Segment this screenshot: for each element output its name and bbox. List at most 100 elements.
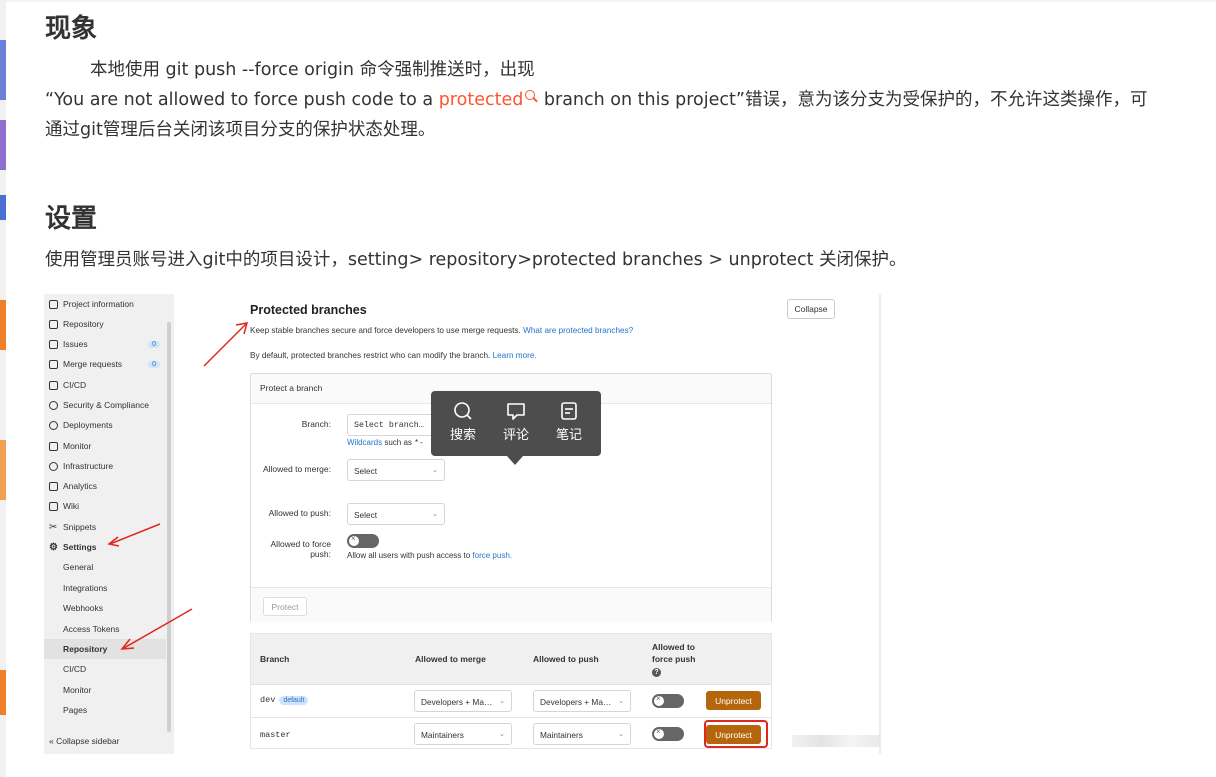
chevron-down-icon: ⌄ <box>499 698 505 705</box>
force-push-link[interactable]: force push. <box>472 551 512 560</box>
popup-note-button[interactable]: 笔记 <box>549 401 589 447</box>
sidebar-item-infrastructure[interactable]: Infrastructure <box>44 456 166 476</box>
sidebar-sub-monitor[interactable]: Monitor <box>44 680 166 700</box>
selection-popup: 搜索 评论 笔记 <box>431 391 601 465</box>
sidebar-item-project-information[interactable]: Project information <box>44 294 166 314</box>
popup-search-label: 搜索 <box>449 428 476 443</box>
annotation-arrow-title <box>203 322 249 367</box>
push-select[interactable]: Select ⌄ <box>347 503 445 525</box>
allowed-to-push-label: Allowed to push: <box>268 508 331 518</box>
column-header-branch: Branch <box>260 654 290 664</box>
sidebar-item-security[interactable]: Security & Compliance <box>44 395 166 415</box>
protect-button[interactable]: Protect <box>263 597 307 616</box>
section-title-phenomenon: 现象 <box>45 14 98 44</box>
form-footer: Protect <box>251 587 771 622</box>
paragraph-2-before: “You are not allowed to force push code … <box>45 90 439 110</box>
top-border <box>0 0 1216 2</box>
default-badge: default <box>279 696 309 705</box>
toggle-knob <box>654 727 664 739</box>
chevron-down-icon: ⌄ <box>618 731 624 738</box>
collapse-button[interactable]: Collapse <box>787 299 835 319</box>
merge-access-select[interactable]: Maintainers ⌄ <box>414 723 512 745</box>
sidebar-item-cicd[interactable]: CI/CD <box>44 375 166 395</box>
force-push-hint-text: Allow all users with push access to <box>347 551 471 560</box>
wildcards-link[interactable]: Wildcards <box>347 438 382 447</box>
search-icon[interactable] <box>525 90 538 103</box>
allowed-to-merge-label: Allowed to merge: <box>262 464 331 474</box>
push-access-select[interactable]: Developers + Ma… ⌄ <box>533 690 631 712</box>
book-icon <box>49 319 58 329</box>
branch-name: dev <box>260 695 276 705</box>
sidebar-item-repository[interactable]: Repository <box>44 314 166 334</box>
table-row: dev default Developers + Ma… ⌄ Developers … <box>251 685 771 718</box>
popup-search-button[interactable]: 搜索 <box>443 401 483 447</box>
branch-placeholder: Select branch… <box>354 421 424 430</box>
description-text: Keep stable branches secure and force de… <box>250 326 521 335</box>
sidebar-item-label: Repository <box>63 319 104 329</box>
toggle-knob <box>654 694 664 706</box>
help-icon[interactable]: ? <box>652 668 661 677</box>
column-header-merge: Allowed to merge <box>415 654 486 664</box>
toggle-knob <box>349 534 359 546</box>
force-push-toggle[interactable] <box>652 727 684 741</box>
popup-comment-label: 评论 <box>502 428 529 443</box>
protected-keyword-link[interactable]: protected <box>439 90 524 110</box>
push-access-value: Maintainers <box>540 730 583 740</box>
force-push-header-text: Allowed to force push <box>652 642 696 664</box>
paragraph-2: “You are not allowed to force push code … <box>45 86 1147 115</box>
sidebar-item-label: Snippets <box>63 522 97 532</box>
sidebar-item-merge-requests[interactable]: Merge requests 0 <box>44 354 166 374</box>
annotation-arrow-settings <box>107 523 161 547</box>
monitor-icon <box>49 441 58 451</box>
shield-icon <box>49 400 58 410</box>
sidebar-sub-integrations[interactable]: Integrations <box>44 578 166 598</box>
what-are-protected-branches-link[interactable]: What are protected branches? <box>523 326 633 335</box>
wildcards-hint: Wildcards such as *- <box>347 438 424 448</box>
chevron-down-icon: ⌄ <box>432 511 438 518</box>
sidebar-item-label: Project information <box>63 299 134 309</box>
merge-access-select[interactable]: Developers + Ma… ⌄ <box>414 690 512 712</box>
rocket-icon <box>49 380 58 390</box>
merge-request-icon <box>49 359 58 369</box>
learn-more-link[interactable]: Learn more. <box>493 351 537 360</box>
sidebar-item-analytics[interactable]: Analytics <box>44 476 166 496</box>
merge-select[interactable]: Select ⌄ <box>347 459 445 481</box>
sidebar-item-deployments[interactable]: Deployments <box>44 415 166 435</box>
embedded-screenshot: Project information Repository Issues 0 M… <box>44 294 881 754</box>
column-header-push: Allowed to push <box>533 654 599 664</box>
search-icon <box>454 402 472 420</box>
collapse-sidebar-button[interactable]: « Collapse sidebar <box>49 736 119 746</box>
count-badge: 0 <box>148 360 160 368</box>
scissors-icon: ✂ <box>49 521 58 533</box>
left-edge-strip <box>0 0 6 777</box>
paragraph-2-after: branch on this project”错误，意为该分支为受保护的，不允许… <box>538 90 1148 110</box>
sidebar-item-label: Settings <box>63 542 97 552</box>
sidebar-item-label: Issues <box>63 339 88 349</box>
gear-icon: ⚙ <box>49 541 58 553</box>
table-header: Branch Allowed to merge Allowed to push … <box>251 634 771 685</box>
unprotect-button[interactable]: Unprotect <box>706 691 761 710</box>
force-push-toggle[interactable] <box>347 534 379 548</box>
push-access-select[interactable]: Maintainers ⌄ <box>533 723 631 745</box>
sidebar-item-label: Wiki <box>63 501 80 511</box>
force-push-toggle[interactable] <box>652 694 684 708</box>
sidebar-item-monitor[interactable]: Monitor <box>44 436 166 456</box>
sidebar-sub-general[interactable]: General <box>44 557 166 577</box>
protected-description: Keep stable branches secure and force de… <box>250 326 633 335</box>
chevron-down-icon: ⌄ <box>432 467 438 474</box>
sidebar-item-wiki[interactable]: Wiki <box>44 496 166 516</box>
popup-comment-button[interactable]: 评论 <box>496 401 536 447</box>
info-icon <box>49 299 58 309</box>
sidebar-item-issues[interactable]: Issues 0 <box>44 334 166 354</box>
column-header-force-push: Allowed to force push ? <box>652 641 696 677</box>
sidebar-sub-pages[interactable]: Pages <box>44 700 166 720</box>
unprotect-highlight-box <box>704 720 768 748</box>
chevron-down-icon: ⌄ <box>499 731 505 738</box>
paragraph-3: 通过git管理后台关闭该项目分支的保护状态处理。 <box>45 120 436 140</box>
sidebar-sub-cicd[interactable]: CI/CD <box>44 659 166 679</box>
page-title: Protected branches <box>250 303 367 317</box>
section-title-settings: 设置 <box>45 204 98 234</box>
sidebar-item-label: Deployments <box>63 420 113 430</box>
branch-select[interactable]: Select branch… <box>347 414 433 436</box>
sidebar-item-label: Analytics <box>63 481 98 491</box>
